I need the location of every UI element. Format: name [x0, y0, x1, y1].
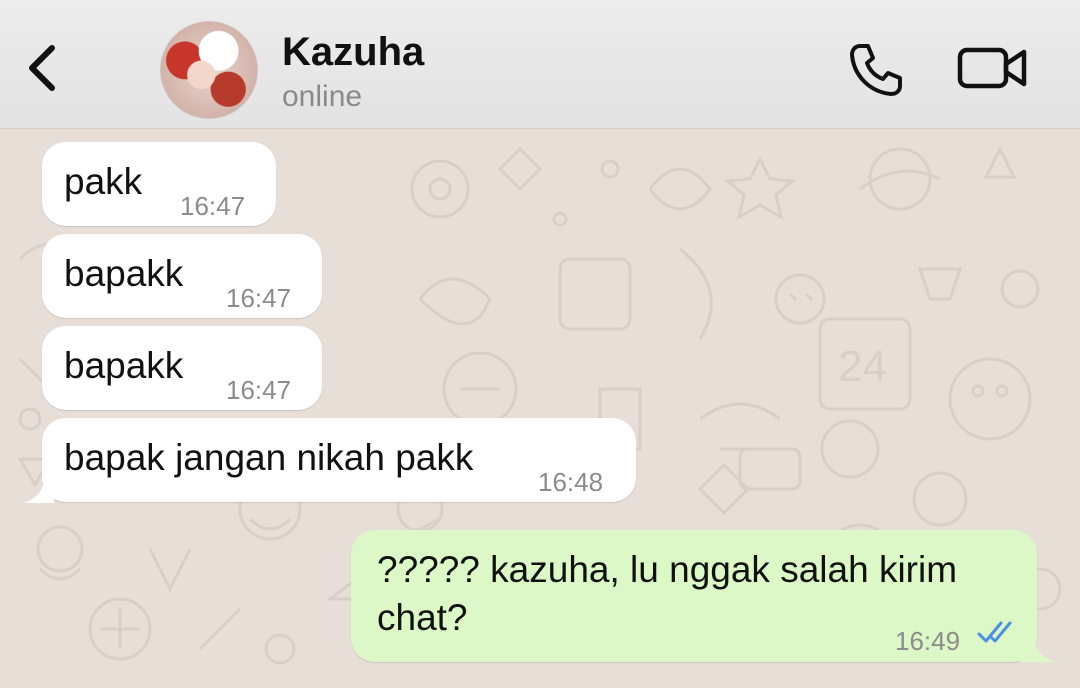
- bubble-tail: [1020, 636, 1056, 662]
- back-chevron-icon[interactable]: [18, 38, 66, 98]
- message-time: 16:47: [180, 191, 246, 221]
- avatar[interactable]: [160, 21, 258, 119]
- double-check-icon: [977, 621, 1012, 643]
- video-camera-icon[interactable]: [956, 42, 1030, 94]
- message-text: bapakk: [64, 253, 184, 294]
- chat-area[interactable]: 24 pakk 16:47 bapakk 16:47 bapakk 16:47 …: [0, 129, 1080, 688]
- message-text: bapak jangan nikah pakk: [64, 437, 474, 478]
- message-time: 16:47: [226, 375, 292, 405]
- message-text-line1: ????? kazuha, lu nggak salah kirim: [377, 549, 958, 590]
- message-bubble-incoming[interactable]: bapakk 16:47: [42, 234, 322, 318]
- message-bubble-incoming[interactable]: pakk 16:47: [42, 142, 276, 226]
- contact-status: online: [282, 80, 363, 113]
- svg-text:24: 24: [838, 342, 887, 391]
- message-time: 16:48: [538, 467, 604, 497]
- message-bubble-incoming[interactable]: bapakk 16:47: [42, 326, 322, 410]
- message-bubble-outgoing[interactable]: ????? kazuha, lu nggak salah kirim chat?…: [351, 530, 1037, 662]
- message-text: pakk: [64, 161, 143, 202]
- phone-icon[interactable]: [846, 40, 906, 100]
- message-bubble-incoming[interactable]: bapak jangan nikah pakk 16:48: [42, 418, 636, 502]
- message-text: bapakk: [64, 345, 184, 386]
- chat-header: Kazuha online: [0, 0, 1080, 129]
- message-text-line2: chat?: [377, 597, 468, 638]
- message-time: 16:47: [226, 283, 292, 313]
- message-time: 16:49: [895, 626, 961, 656]
- contact-name[interactable]: Kazuha: [282, 30, 424, 75]
- bubble-tail: [24, 477, 54, 503]
